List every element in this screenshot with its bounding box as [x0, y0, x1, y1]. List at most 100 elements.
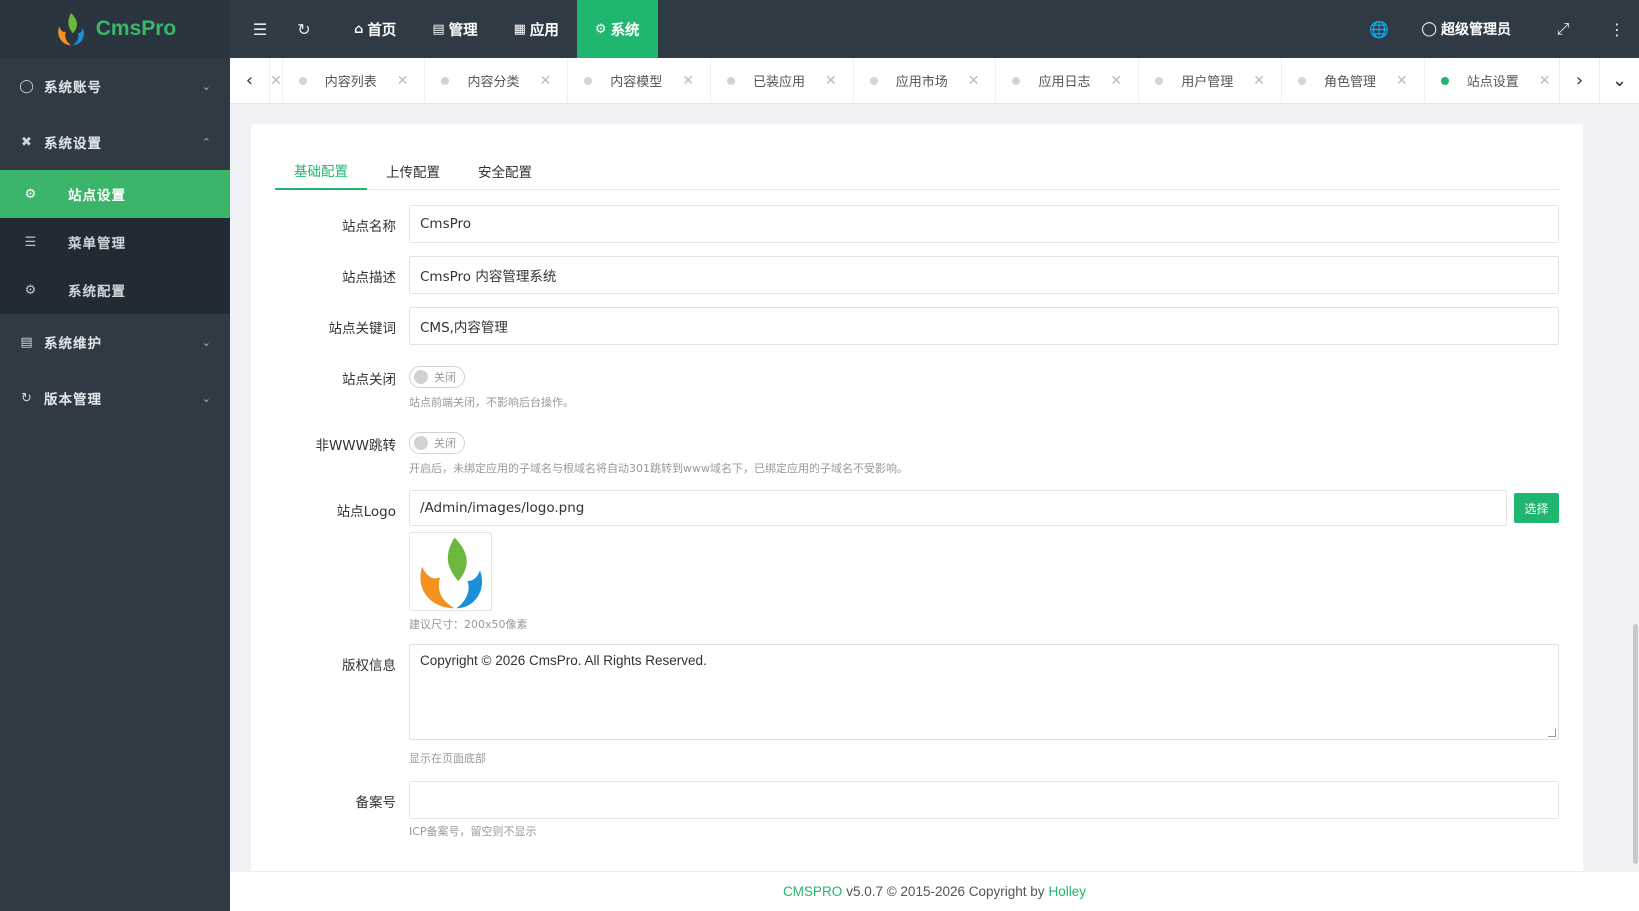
- sidebar-group-account[interactable]: ◯ 系统账号 ⌄: [0, 58, 230, 114]
- top-menu-home[interactable]: ⌂ 首页: [336, 0, 414, 58]
- close-icon[interactable]: ✕: [1396, 73, 1408, 89]
- refresh-icon[interactable]: ↻: [282, 0, 326, 58]
- resize-handle-icon[interactable]: [1548, 729, 1556, 737]
- tab-user-management[interactable]: 用户管理 ✕: [1139, 57, 1282, 104]
- site-keywords-input[interactable]: CMS,内容管理: [409, 307, 1559, 345]
- chevron-up-icon: ⌃: [201, 135, 212, 149]
- site-desc-input[interactable]: CmsPro 内容管理系统: [409, 256, 1559, 294]
- tab-label: 内容模型: [610, 75, 663, 90]
- tab-installed-apps[interactable]: 已装应用 ✕: [711, 57, 854, 104]
- sidebar-group-version[interactable]: ↻ 版本管理 ⌄: [0, 370, 230, 426]
- toggle-knob: [414, 370, 428, 384]
- tab-dot: [869, 76, 878, 85]
- tab-label: 应用市场: [895, 75, 948, 90]
- tab-dot: [298, 76, 307, 85]
- page-tabs-bar: ‹ ✕ 内容列表 ✕ 内容分类 ✕ 内容模型 ✕ 已装应用 ✕ 应用市场 ✕ 应用日志 ✕ …: [230, 57, 1639, 104]
- form-tabs: 基础配置 上传配置 安全配置: [275, 152, 1559, 190]
- sidebar-group-label: 系统设置: [44, 136, 102, 152]
- scrollbar[interactable]: [1631, 104, 1639, 871]
- list-icon: ☰: [24, 234, 38, 250]
- collapse-menu-icon[interactable]: ☰: [238, 0, 282, 58]
- top-menu-system[interactable]: ⚙ 系统: [576, 0, 658, 58]
- close-icon[interactable]: ✕: [1111, 73, 1123, 89]
- tab-app-log[interactable]: 应用日志 ✕: [996, 57, 1140, 104]
- tabs-next-button[interactable]: ›: [1559, 57, 1599, 104]
- icp-input[interactable]: [409, 781, 1559, 819]
- site-close-label: 站点关闭: [342, 372, 396, 388]
- copyright-label: 版权信息: [342, 658, 396, 674]
- brand-logo[interactable]: CmsPro: [0, 0, 230, 58]
- tabs-prev-button[interactable]: ‹: [230, 57, 270, 104]
- close-icon[interactable]: ✕: [540, 73, 552, 89]
- chevron-down-icon: ⌄: [201, 391, 212, 405]
- copyright-textarea[interactable]: Copyright © 2026 CmsPro. All Rights Rese…: [409, 644, 1559, 740]
- sidebar-group-label: 系统账号: [44, 80, 102, 96]
- sidebar-item-system-config[interactable]: ⚙ 系统配置: [0, 266, 230, 314]
- tab-site-settings[interactable]: 站点设置 ✕: [1425, 58, 1559, 104]
- fullscreen-icon[interactable]: ⤢: [1531, 0, 1595, 58]
- tabs-track: ✕ 内容列表 ✕ 内容分类 ✕ 内容模型 ✕ 已装应用 ✕ 应用市场 ✕ 应用日志 ✕ 用户…: [270, 57, 1559, 104]
- more-vertical-icon[interactable]: ⋮: [1595, 0, 1639, 58]
- close-icon[interactable]: ✕: [1253, 73, 1265, 89]
- site-name-input[interactable]: CmsPro: [409, 205, 1559, 243]
- site-close-hint: 站点前端关闭，不影响后台操作。: [409, 396, 574, 409]
- footer: CMSPRO v5.0.7 © 2015-2026 Copyright by H…: [230, 871, 1639, 911]
- sidebar-item-label: 菜单管理: [68, 236, 126, 252]
- site-name-label: 站点名称: [342, 219, 396, 235]
- close-icon[interactable]: ✕: [270, 73, 282, 89]
- icp-hint: ICP备案号，留空则不显示: [409, 825, 537, 838]
- close-icon[interactable]: ✕: [968, 73, 980, 89]
- user-icon: ◯: [19, 78, 35, 94]
- user-menu[interactable]: ◯ 超级管理员: [1401, 0, 1531, 58]
- footer-brand-link[interactable]: CMSPRO: [783, 884, 842, 899]
- apps-icon: ▦: [513, 21, 526, 37]
- tab-label: 站点设置: [1466, 75, 1519, 90]
- sidebar-group-maintenance[interactable]: ▤ 系统维护 ⌄: [0, 314, 230, 370]
- tab-content-list[interactable]: 内容列表 ✕: [283, 57, 426, 104]
- tab-dot: [1012, 76, 1021, 85]
- scrollbar-thumb[interactable]: [1633, 624, 1638, 864]
- tabs-dropdown-button[interactable]: ⌄: [1599, 57, 1639, 104]
- close-icon[interactable]: ✕: [397, 73, 409, 89]
- sidebar-item-site-settings[interactable]: ⚙ 站点设置: [0, 170, 230, 218]
- footer-text: v5.0.7 © 2015-2026 Copyright by: [846, 884, 1045, 899]
- top-menu-manage[interactable]: ▤ 管理: [414, 0, 495, 58]
- gear-icon: ⚙: [594, 21, 607, 37]
- site-close-toggle[interactable]: 关闭: [409, 366, 465, 388]
- tab-home-close[interactable]: ✕: [270, 57, 283, 104]
- main-content: 基础配置 上传配置 安全配置 站点名称 CmsPro 站点描述 CmsPro 内…: [230, 104, 1639, 871]
- www-redirect-label: 非WWW跳转: [315, 438, 396, 454]
- footer-author-link[interactable]: Holley: [1049, 884, 1087, 899]
- close-icon[interactable]: ✕: [1539, 73, 1551, 89]
- close-icon[interactable]: ✕: [682, 73, 694, 89]
- tab-basic-config[interactable]: 基础配置: [275, 152, 367, 190]
- sidebar-subnav: ⚙ 站点设置 ☰ 菜单管理 ⚙ 系统配置: [0, 170, 230, 314]
- top-menu-label: 系统: [610, 22, 640, 39]
- sidebar-group-settings[interactable]: ✖ 系统设置 ⌃: [0, 114, 230, 170]
- site-logo-input[interactable]: /Admin/images/logo.png: [409, 490, 1507, 526]
- tab-role-management[interactable]: 角色管理 ✕: [1282, 57, 1425, 104]
- site-keywords-label: 站点关键词: [328, 321, 397, 337]
- tab-app-market[interactable]: 应用市场 ✕: [854, 57, 997, 104]
- site-desc-label: 站点描述: [342, 270, 396, 286]
- globe-icon[interactable]: 🌐: [1357, 0, 1401, 58]
- tab-content-model[interactable]: 内容模型 ✕: [568, 57, 711, 104]
- top-menu-label: 应用: [529, 22, 559, 39]
- sidebar: CmsPro ◯ 系统账号 ⌄ ✖ 系统设置 ⌃ ⚙ 站点设置 ☰ 菜单管理 ⚙…: [0, 0, 230, 911]
- chevron-down-icon: ⌄: [201, 79, 212, 93]
- tab-content-category[interactable]: 内容分类 ✕: [425, 57, 569, 104]
- sidebar-item-menu-management[interactable]: ☰ 菜单管理: [0, 218, 230, 266]
- toggle-knob: [414, 436, 428, 450]
- top-menu-apps[interactable]: ▦ 应用: [496, 0, 577, 58]
- copyright-value: Copyright © 2026 CmsPro. All Rights Rese…: [420, 653, 707, 668]
- home-icon: ⌂: [354, 21, 364, 37]
- cog-icon: ⚙: [24, 282, 38, 298]
- tab-security-config[interactable]: 安全配置: [459, 152, 551, 190]
- logo-preview-image: [419, 537, 482, 608]
- www-redirect-hint: 开启后，未绑定应用的子域名与根域名将自动301跳转到www域名下，已绑定应用的子…: [409, 462, 908, 475]
- close-icon[interactable]: ✕: [825, 73, 837, 89]
- tab-upload-config[interactable]: 上传配置: [367, 152, 459, 190]
- www-redirect-toggle[interactable]: 关闭: [409, 432, 465, 454]
- server-icon: ▤: [20, 334, 34, 350]
- select-logo-button[interactable]: 选择: [1514, 493, 1559, 523]
